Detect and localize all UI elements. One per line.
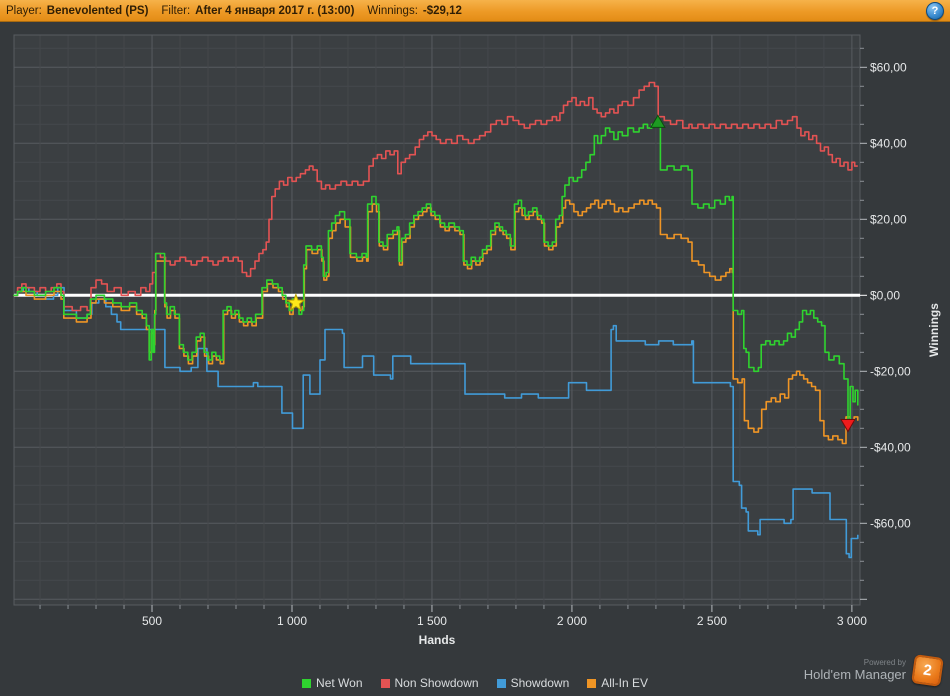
x-tick-label: 3 000 bbox=[837, 614, 867, 628]
x-tick-label: 2 000 bbox=[557, 614, 587, 628]
y-tick-label: $60,00 bbox=[870, 60, 907, 74]
x-tick-label: 500 bbox=[142, 614, 162, 628]
x-tick-label: 2 500 bbox=[697, 614, 727, 628]
y-tick-label: -$20,00 bbox=[870, 364, 911, 378]
legend-label: Showdown bbox=[510, 676, 570, 690]
y-tick-label: -$60,00 bbox=[870, 516, 911, 530]
hm2-logo-icon: 2 bbox=[911, 654, 944, 687]
legend-swatch-icon bbox=[380, 678, 390, 688]
legend-swatch-icon bbox=[302, 678, 312, 688]
y-tick-label: $0,00 bbox=[870, 288, 900, 302]
x-axis-title: Hands bbox=[419, 633, 456, 647]
y-tick-label: -$40,00 bbox=[870, 440, 911, 454]
legend-swatch-icon bbox=[587, 678, 597, 688]
y-tick-label: $20,00 bbox=[870, 212, 907, 226]
legend-item-all-in-ev[interactable]: All-In EV bbox=[587, 676, 648, 690]
y-tick-label: $40,00 bbox=[870, 136, 907, 150]
legend-swatch-icon bbox=[496, 678, 506, 688]
brand-name: Hold'em Manager bbox=[803, 666, 906, 682]
legend-item-showdown[interactable]: Showdown bbox=[496, 676, 570, 690]
hm2-brand: Powered by Hold'em Manager 2 bbox=[803, 654, 944, 687]
legend-label: All-In EV bbox=[601, 676, 648, 690]
legend-item-non-showdown[interactable]: Non Showdown bbox=[380, 676, 479, 690]
legend-item-net-won[interactable]: Net Won bbox=[302, 676, 363, 690]
x-tick-label: 1 500 bbox=[417, 614, 447, 628]
y-axis-title: Winnings bbox=[927, 303, 941, 357]
x-tick-label: 1 000 bbox=[277, 614, 307, 628]
winnings-chart: $60,00 $40,00 $20,00 $0,00 -$20,00 -$40,00 -$6… bbox=[13, 34, 941, 647]
hm2-graph-window: Player: Benevolented (PS) Filter: After … bbox=[0, 0, 950, 696]
legend-label: Non Showdown bbox=[394, 676, 479, 690]
legend-label: Net Won bbox=[316, 676, 363, 690]
